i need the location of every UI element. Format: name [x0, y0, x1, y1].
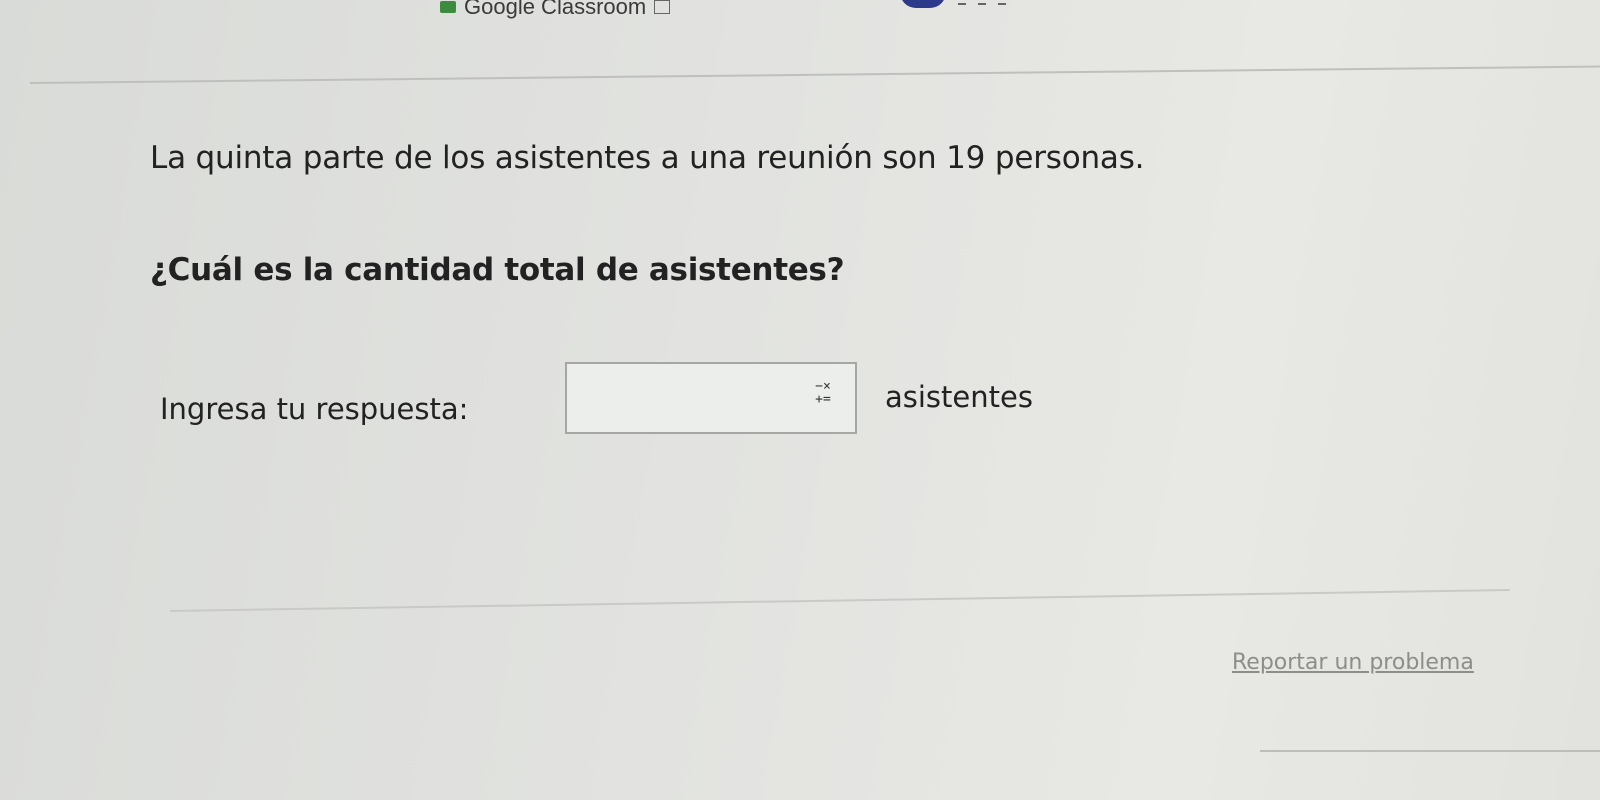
- answer-label: Ingresa tu respuesta:: [160, 392, 469, 426]
- browser-tab-strip: Google Classroom: [0, 0, 1600, 20]
- header-divider: [29, 65, 1600, 84]
- report-problem-link[interactable]: Reportar un problema: [1232, 650, 1474, 675]
- tab-blob: [900, 0, 946, 8]
- bottom-divider: [1260, 750, 1600, 752]
- footer-divider: [169, 588, 1510, 612]
- question-statement: La quinta parte de los asistentes a una …: [150, 140, 1145, 176]
- tab-title: Google Classroom: [464, 0, 647, 19]
- tab-strip-decoration: [900, 0, 1006, 8]
- question-prompt: ¿Cuál es la cantidad total de asistentes…: [150, 252, 845, 288]
- tab-frame-icon: [654, 0, 671, 14]
- classroom-logo-icon: [440, 1, 456, 13]
- classroom-tab[interactable]: Google Classroom: [440, 0, 671, 20]
- tab-dash: [978, 3, 986, 5]
- tab-dash: [998, 3, 1006, 5]
- math-keypad-icon[interactable]: −× +=: [810, 380, 836, 410]
- tab-dash: [958, 3, 966, 5]
- answer-row: Ingresa tu respuesta: −× += asistentes: [160, 362, 1160, 442]
- answer-unit: asistentes: [885, 380, 1033, 414]
